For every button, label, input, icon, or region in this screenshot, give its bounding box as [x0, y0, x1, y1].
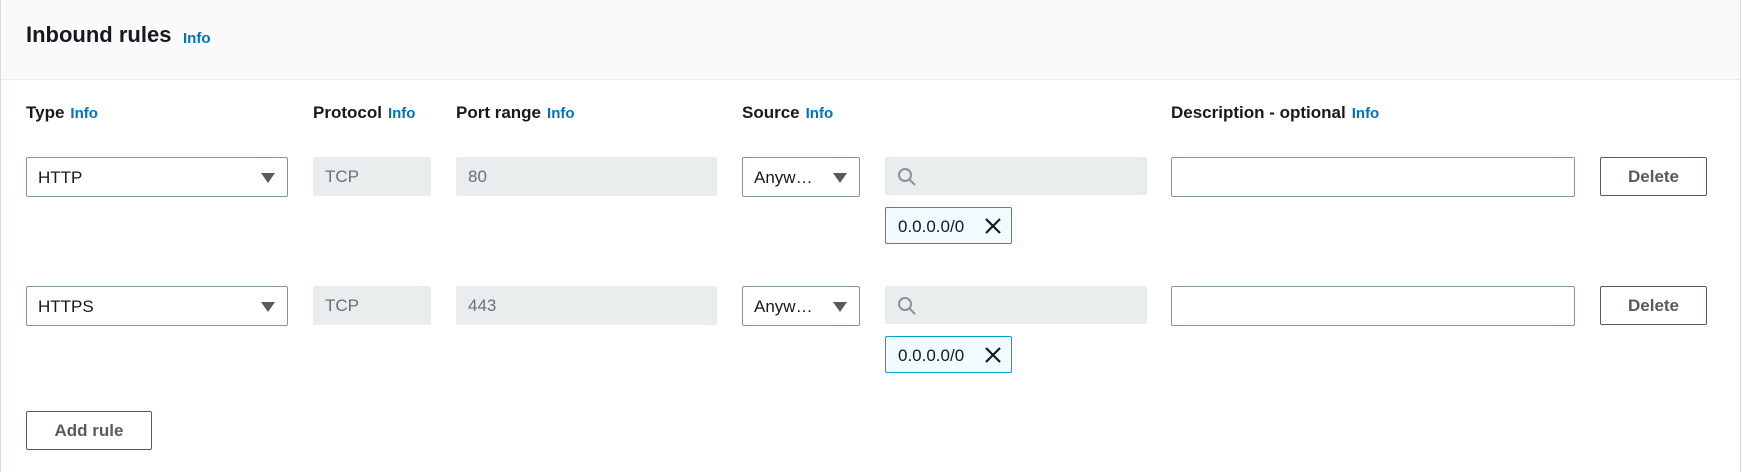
protocol-value: TCP	[325, 296, 359, 315]
source-select-value: Anyw…	[754, 168, 813, 187]
port-range-value: 80	[468, 167, 487, 186]
caret-down-icon	[833, 173, 847, 183]
column-header-protocol: Protocol Info	[313, 103, 415, 123]
type-info-link[interactable]: Info	[70, 105, 98, 122]
source-select-value: Anyw…	[754, 297, 813, 316]
column-label-source: Source	[742, 103, 800, 122]
type-select-value: HTTPS	[38, 297, 94, 316]
port-range-field: 443	[456, 286, 717, 325]
protocol-field: TCP	[313, 286, 431, 325]
column-label-protocol: Protocol	[313, 103, 382, 122]
type-select-value: HTTP	[38, 168, 83, 187]
add-rule-button[interactable]: Add rule	[26, 411, 152, 450]
protocol-info-link[interactable]: Info	[388, 105, 416, 122]
caret-down-icon	[261, 173, 275, 183]
column-header-type: Type Info	[26, 103, 98, 123]
column-header-port-range: Port range Info	[456, 103, 575, 123]
cidr-search-input[interactable]	[885, 157, 1147, 195]
search-icon	[898, 168, 916, 186]
column-label-type: Type	[26, 103, 65, 122]
delete-button[interactable]: Delete	[1600, 157, 1707, 196]
protocol-field: TCP	[313, 157, 431, 196]
section-info-link[interactable]: Info	[183, 30, 211, 47]
cidr-token-value: 0.0.0.0/0	[898, 346, 965, 365]
source-select[interactable]: Anyw…	[742, 157, 860, 197]
search-icon	[898, 297, 916, 315]
close-icon[interactable]	[984, 217, 1002, 235]
type-select[interactable]: HTTPS	[26, 286, 288, 326]
caret-down-icon	[833, 302, 847, 312]
panel-header: Inbound rules Info	[1, 0, 1740, 80]
column-header-source: Source Info	[742, 103, 833, 123]
port-range-value: 443	[468, 296, 497, 315]
section-title: Inbound rules	[26, 22, 172, 47]
port-range-info-link[interactable]: Info	[547, 105, 575, 122]
cidr-search-input[interactable]	[885, 286, 1147, 324]
column-header-description: Description - optional Info	[1171, 103, 1379, 123]
source-select[interactable]: Anyw…	[742, 286, 860, 326]
caret-down-icon	[261, 302, 275, 312]
description-info-link[interactable]: Info	[1352, 105, 1380, 122]
port-range-field: 80	[456, 157, 717, 196]
type-select[interactable]: HTTP	[26, 157, 288, 197]
delete-button[interactable]: Delete	[1600, 286, 1707, 325]
cidr-token: 0.0.0.0/0	[885, 207, 1012, 244]
cidr-token: 0.0.0.0/0	[885, 336, 1012, 373]
inbound-rules-panel: Inbound rules Info Type Info Protocol Info…	[0, 0, 1741, 472]
close-icon[interactable]	[984, 346, 1002, 364]
protocol-value: TCP	[325, 167, 359, 186]
description-input[interactable]	[1171, 157, 1575, 197]
source-info-link[interactable]: Info	[806, 105, 834, 122]
description-input[interactable]	[1171, 286, 1575, 326]
cidr-token-value: 0.0.0.0/0	[898, 217, 965, 236]
column-label-port-range: Port range	[456, 103, 542, 122]
column-label-description: Description - optional	[1171, 103, 1346, 122]
